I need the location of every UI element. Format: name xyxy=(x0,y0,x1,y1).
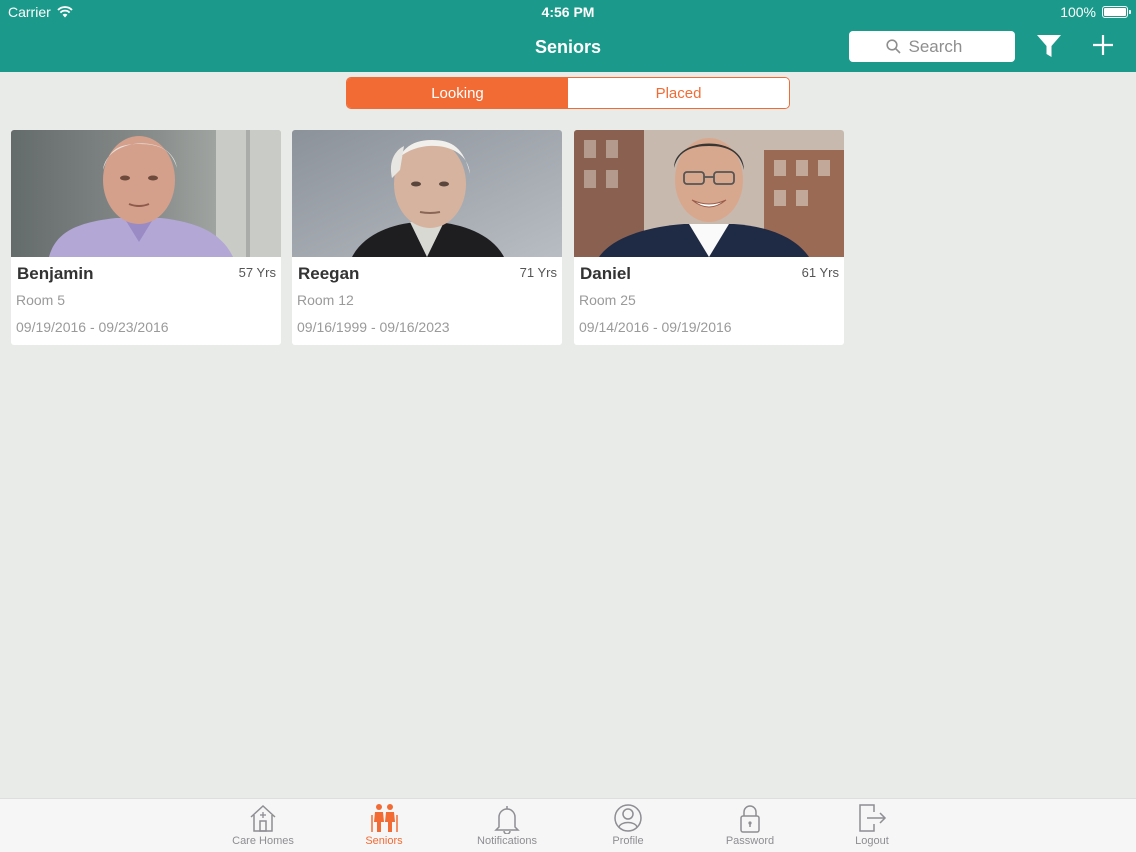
filter-icon[interactable] xyxy=(1035,33,1063,59)
tab-seniors[interactable]: Seniors xyxy=(329,801,439,851)
tab-password[interactable]: Password xyxy=(695,801,805,851)
segment-looking[interactable]: Looking xyxy=(347,78,568,108)
search-bar[interactable] xyxy=(849,31,1015,62)
logout-icon xyxy=(859,804,887,832)
senior-card[interactable]: Reegan 71 Yrs Room 12 09/16/1999 - 09/16… xyxy=(292,130,562,345)
senior-card[interactable]: Benjamin 57 Yrs Room 5 09/19/2016 - 09/2… xyxy=(11,130,281,345)
senior-photo xyxy=(11,130,281,257)
senior-card[interactable]: Daniel 61 Yrs Room 25 09/14/2016 - 09/19… xyxy=(574,130,844,345)
house-icon xyxy=(250,804,276,832)
tab-label: Notifications xyxy=(477,835,537,847)
segment-placed[interactable]: Placed xyxy=(568,78,789,108)
battery-percent: 100% xyxy=(1060,4,1096,20)
status-bar: Carrier 4:56 PM 100% xyxy=(0,0,1136,24)
senior-room: Room 25 xyxy=(579,292,636,308)
senior-age: 71 Yrs xyxy=(519,265,557,280)
senior-age: 57 Yrs xyxy=(238,265,276,280)
add-icon[interactable] xyxy=(1092,34,1114,56)
tab-profile[interactable]: Profile xyxy=(573,801,683,851)
senior-room: Room 12 xyxy=(297,292,354,308)
senior-photo xyxy=(574,130,844,257)
bell-icon xyxy=(494,806,520,834)
senior-name: Reegan xyxy=(298,264,360,283)
tab-logout[interactable]: Logout xyxy=(817,801,927,851)
search-icon xyxy=(885,39,901,54)
senior-dates: 09/19/2016 - 09/23/2016 xyxy=(16,319,169,335)
tab-label: Seniors xyxy=(365,835,403,847)
status-segmented-control: Looking Placed xyxy=(346,77,790,109)
battery-group: 100% xyxy=(1060,4,1131,20)
tab-bar: Care Homes Seniors Notifications Profile xyxy=(0,798,1136,852)
senior-photo xyxy=(292,130,562,257)
senior-name: Daniel xyxy=(580,264,632,283)
senior-dates: 09/14/2016 - 09/19/2016 xyxy=(579,319,732,335)
tab-label: Profile xyxy=(612,835,644,847)
senior-room: Room 5 xyxy=(16,292,66,308)
senior-dates: 09/16/1999 - 09/16/2023 xyxy=(297,319,450,335)
tab-notifications[interactable]: Notifications xyxy=(452,801,562,851)
seniors-icon xyxy=(371,804,398,832)
senior-name: Benjamin xyxy=(17,264,94,283)
profile-icon xyxy=(614,804,642,832)
battery-icon xyxy=(1102,6,1131,18)
lock-icon xyxy=(740,805,760,833)
search-input[interactable] xyxy=(908,36,979,57)
tab-label: Logout xyxy=(855,835,889,847)
tab-label: Password xyxy=(725,835,775,847)
status-time: 4:56 PM xyxy=(541,4,595,20)
header: Carrier 4:56 PM 100% Seniors xyxy=(0,0,1136,72)
senior-age: 61 Yrs xyxy=(801,265,839,280)
tab-label: Care Homes xyxy=(232,835,294,847)
tab-care-homes[interactable]: Care Homes xyxy=(208,801,318,851)
